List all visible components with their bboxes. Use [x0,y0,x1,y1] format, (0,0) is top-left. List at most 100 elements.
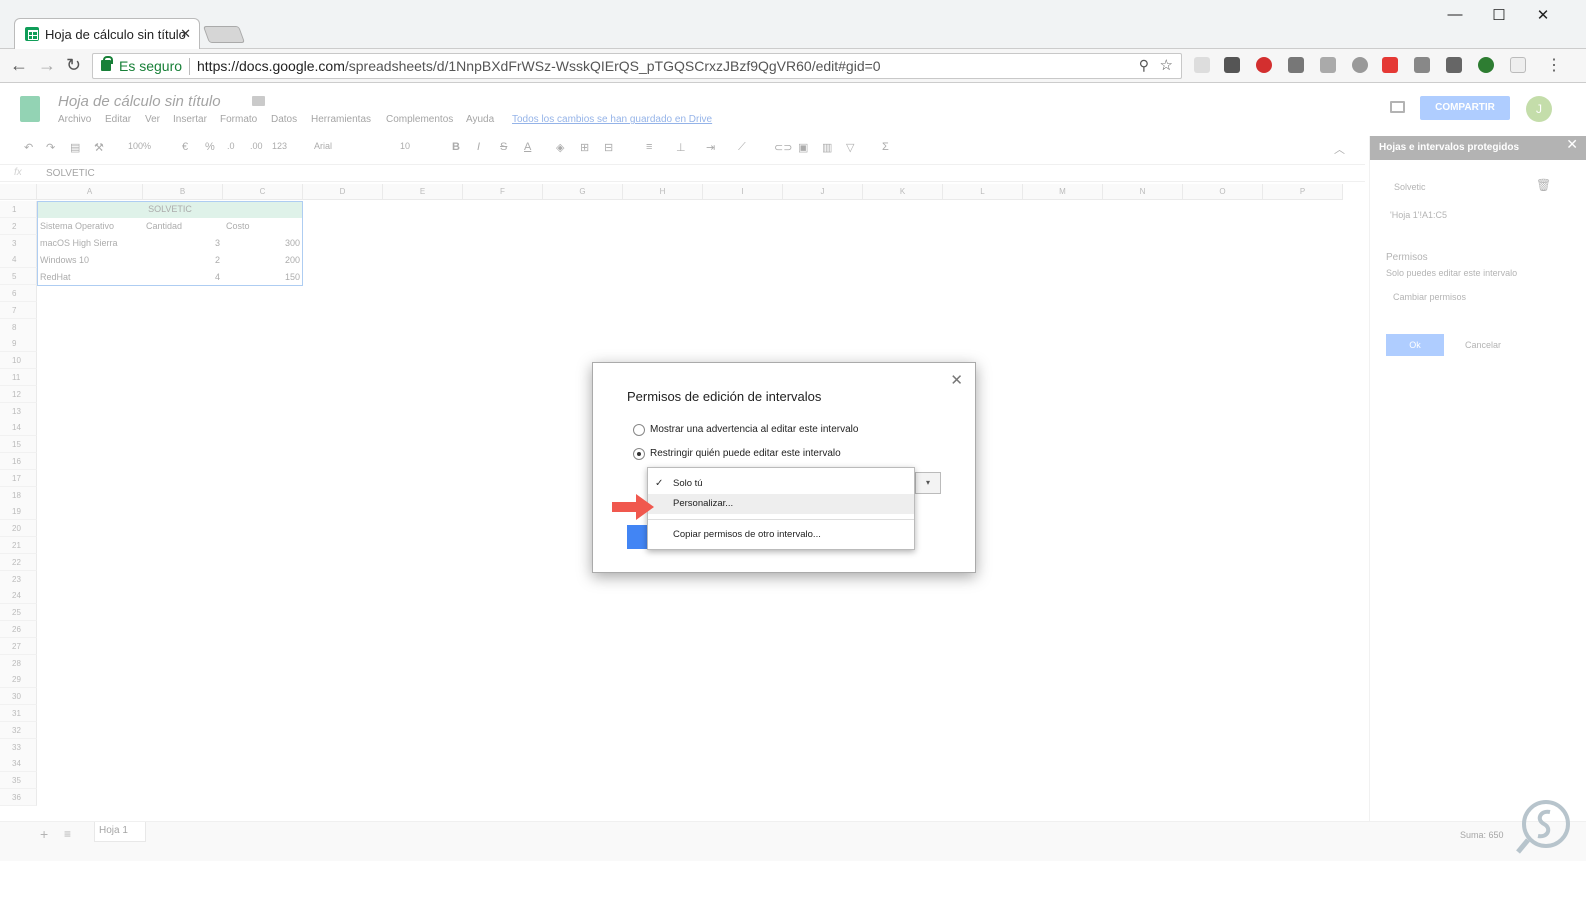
adblock-icon[interactable] [1256,57,1272,73]
more-formats-button[interactable]: 123 [272,141,287,151]
column-header[interactable]: C [223,184,303,200]
description-field[interactable]: Solvetic [1394,182,1426,192]
fill-color-icon[interactable]: ◈ [556,141,564,154]
save-status[interactable]: Todos los cambios se han guardado en Dri… [512,114,712,125]
functions-button[interactable]: Σ [882,141,889,153]
cell-a2[interactable]: Sistema Operativo [37,218,117,235]
option-copy-permissions[interactable]: Copiar permisos de otro intervalo... [648,525,914,545]
column-header[interactable]: O [1183,184,1263,200]
column-header[interactable]: I [703,184,783,200]
row-header[interactable]: 6 [0,285,37,302]
increase-decimals-button[interactable]: .00 [250,141,263,151]
menu-ayuda[interactable]: Ayuda [466,114,494,125]
row-header[interactable]: 11 [0,369,37,386]
collapse-menus-icon[interactable]: ︿ [1334,141,1345,157]
comments-icon[interactable] [1390,101,1405,113]
extension-icon[interactable] [1446,57,1462,73]
menu-insertar[interactable]: Insertar [173,114,207,125]
font-select[interactable]: Arial [314,141,332,151]
zoom-select[interactable]: 100% [128,141,151,151]
column-header[interactable]: F [463,184,543,200]
row-header[interactable]: 17 [0,469,37,487]
address-bar[interactable]: Es seguro https://docs.google.com/spread… [92,53,1182,79]
extension-icon[interactable] [1320,57,1336,73]
add-sheet-button[interactable]: + [40,826,48,842]
minimize-button[interactable]: — [1432,6,1478,23]
align-vertical-icon[interactable]: ⊥ [676,141,686,154]
menu-ver[interactable]: Ver [145,114,160,125]
column-header[interactable]: M [1023,184,1103,200]
maximize-button[interactable]: ☐ [1476,6,1522,24]
done-button[interactable] [627,525,649,549]
row-header[interactable]: 24 [0,587,37,605]
cell-c3[interactable]: 300 [223,235,303,252]
cell-c4[interactable]: 200 [223,252,303,269]
text-rotation-icon[interactable]: ⟋ [738,141,746,154]
extension-icon[interactable] [1288,57,1304,73]
column-header[interactable]: G [543,184,623,200]
paint-format-icon[interactable]: ⚒ [94,141,104,154]
cell-b4[interactable]: 2 [143,252,223,269]
extension-icon[interactable] [1194,57,1210,73]
extension-icon[interactable] [1510,57,1526,73]
panel-cancel-button[interactable]: Cancelar [1465,340,1501,350]
menu-formato[interactable]: Formato [220,114,257,125]
column-header[interactable]: J [783,184,863,200]
all-sheets-button[interactable]: ≡ [64,827,71,841]
row-header[interactable]: 18 [0,486,37,504]
extension-icon[interactable] [1382,57,1398,73]
print-icon[interactable]: ▤ [70,141,80,154]
delete-icon[interactable]: 🗑 [1536,178,1551,192]
row-header[interactable]: 27 [0,637,37,655]
menu-editar[interactable]: Editar [105,114,131,125]
row-header[interactable]: 10 [0,352,37,370]
row-header[interactable]: 36 [0,789,37,806]
extension-icon[interactable] [1352,57,1368,73]
column-header[interactable]: E [383,184,463,200]
insert-chart-icon[interactable]: ▥ [822,141,832,154]
row-header[interactable]: 30 [0,688,37,706]
row-header[interactable]: 23 [0,570,37,588]
percent-button[interactable]: % [205,141,215,153]
cell-b2[interactable]: Cantidad [143,218,185,235]
cell-a3[interactable]: macOS High Sierra [37,235,121,252]
formula-bar[interactable]: fx SOLVETIC [0,164,1365,182]
radio-restrict[interactable] [633,448,645,460]
formula-input[interactable]: SOLVETIC [46,168,95,179]
change-permissions-button[interactable]: Cambiar permisos [1393,292,1466,302]
insert-comment-icon[interactable]: ▣ [798,141,808,154]
strikethrough-button[interactable]: S [500,141,507,153]
avatar[interactable]: J [1526,96,1552,122]
cell-b3[interactable]: 3 [143,235,223,252]
sheet-tab[interactable]: Hoja 1 [94,822,146,842]
row-header[interactable]: 15 [0,436,37,454]
borders-icon[interactable]: ⊞ [580,141,589,154]
row-header[interactable]: 20 [0,520,37,538]
row-header[interactable]: 22 [0,553,37,571]
row-header[interactable]: 32 [0,721,37,739]
dialog-close-icon[interactable]: ✕ [950,371,963,389]
cell-c5[interactable]: 150 [223,269,303,286]
chevron-down-icon[interactable]: ▾ [915,472,941,494]
option-show-warning-label[interactable]: Mostrar una advertencia al editar este i… [650,424,858,435]
forward-icon[interactable]: → [38,55,56,76]
document-title[interactable]: Hoja de cálculo sin título [58,93,221,110]
extension-icon[interactable] [1414,57,1430,73]
currency-button[interactable]: € [182,141,188,153]
row-header[interactable]: 21 [0,537,37,554]
sheets-logo-icon[interactable] [20,96,40,122]
row-header[interactable]: 19 [0,503,37,521]
option-restrict-label[interactable]: Restringir quién puede editar este inter… [650,448,841,459]
radio-show-warning[interactable] [633,424,645,436]
select-all-corner[interactable] [0,184,37,200]
sum-indicator[interactable]: Suma: 650 [1460,830,1504,840]
column-header[interactable]: K [863,184,943,200]
row-header[interactable]: 12 [0,385,37,403]
redo-icon[interactable]: ↷ [46,141,55,154]
row-header[interactable]: 1 [0,201,37,218]
insert-link-icon[interactable]: ⊂⊃ [774,141,792,154]
row-header[interactable]: 4 [0,251,37,269]
row-header[interactable]: 13 [0,402,37,420]
column-header[interactable]: L [943,184,1023,200]
font-size-select[interactable]: 10 [400,141,410,151]
